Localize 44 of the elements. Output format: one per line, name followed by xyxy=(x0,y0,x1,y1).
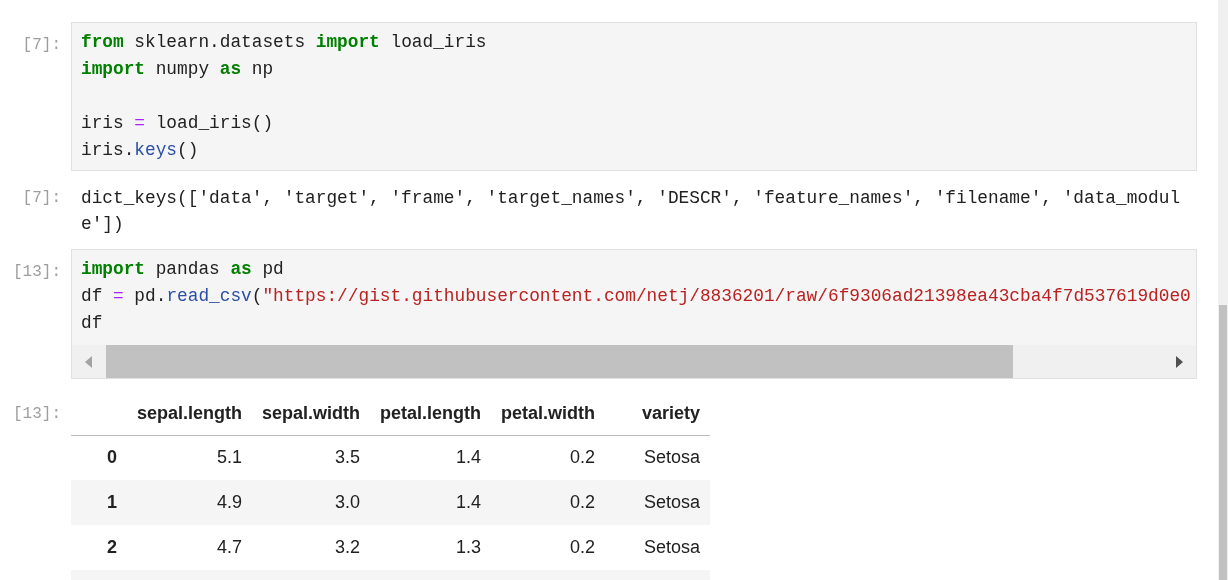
output-line: dict_keys(['data', 'target', 'frame', 'target_names', 'DESCR', 'feature_names', 'filename', 'data_modul xyxy=(81,187,1181,210)
table-cell: 3.0 xyxy=(335,492,361,512)
code-cell[interactable]: from sklearn.datasets import load_iris import numpy as np iris = load_iris() iris.keys() xyxy=(71,22,1197,171)
scroll-right-icon[interactable] xyxy=(1173,354,1185,369)
table-cell: 0.2 xyxy=(570,492,596,512)
output-line: e']) xyxy=(81,213,124,236)
code-line: from sklearn.datasets import load_iris xyxy=(81,31,487,54)
table-cell: 5.1 xyxy=(217,447,243,468)
column-header: petal.length xyxy=(380,403,482,424)
scrollbar-thumb[interactable] xyxy=(106,345,1013,378)
cell-prompt: [13]: xyxy=(13,404,61,425)
table-cell: 4.9 xyxy=(217,492,243,512)
cell-prompt: [7]: xyxy=(22,35,61,56)
table-cell: 1.4 xyxy=(456,492,482,512)
column-header: petal.width xyxy=(501,403,596,424)
cell-prompt: [7]: xyxy=(22,188,61,209)
page-scrollbar[interactable] xyxy=(1218,0,1228,580)
code-line: df = pd.read_csv("https://gist.githubusercontent.com/netj/8836201/raw/6f9306ad21398ea43cba4f7d537619d0e0 xyxy=(81,285,1191,308)
table-cell: Setosa xyxy=(644,447,701,468)
horizontal-scrollbar[interactable] xyxy=(72,345,1196,378)
scroll-left-icon[interactable] xyxy=(83,354,95,369)
row-index: 1 xyxy=(107,492,117,512)
code-cell[interactable]: import pandas as pd df = pd.read_csv("https://gist.githubusercontent.com/netj/8836201/raw/6f9306ad21398ea43cba4f7d537619d0e0 df xyxy=(71,249,1197,379)
table-cell: 4.7 xyxy=(217,537,243,557)
page-scrollbar-thumb[interactable] xyxy=(1219,305,1227,580)
table-cell: 1.4 xyxy=(456,447,482,468)
table-cell: 3.2 xyxy=(335,537,361,557)
code-line: df xyxy=(81,312,103,335)
code-line: iris = load_iris() xyxy=(81,112,274,135)
table-cell: 1.3 xyxy=(456,537,482,557)
column-header: variety xyxy=(642,403,701,424)
table-cell: Setosa xyxy=(644,492,701,512)
table-cell: 0.2 xyxy=(570,537,596,557)
row-index: 2 xyxy=(107,537,117,557)
code-line: iris.keys() xyxy=(81,139,199,162)
column-header: sepal.width xyxy=(262,403,361,424)
code-line: import numpy as np xyxy=(81,58,274,81)
table-cell: 3.5 xyxy=(335,447,361,468)
row-index: 0 xyxy=(107,447,117,468)
table-cell: 0.2 xyxy=(570,447,596,468)
column-header: sepal.length xyxy=(137,403,243,424)
code-line: import pandas as pd xyxy=(81,258,284,281)
cell-prompt: [13]: xyxy=(13,262,61,283)
table-cell: Setosa xyxy=(644,537,701,557)
